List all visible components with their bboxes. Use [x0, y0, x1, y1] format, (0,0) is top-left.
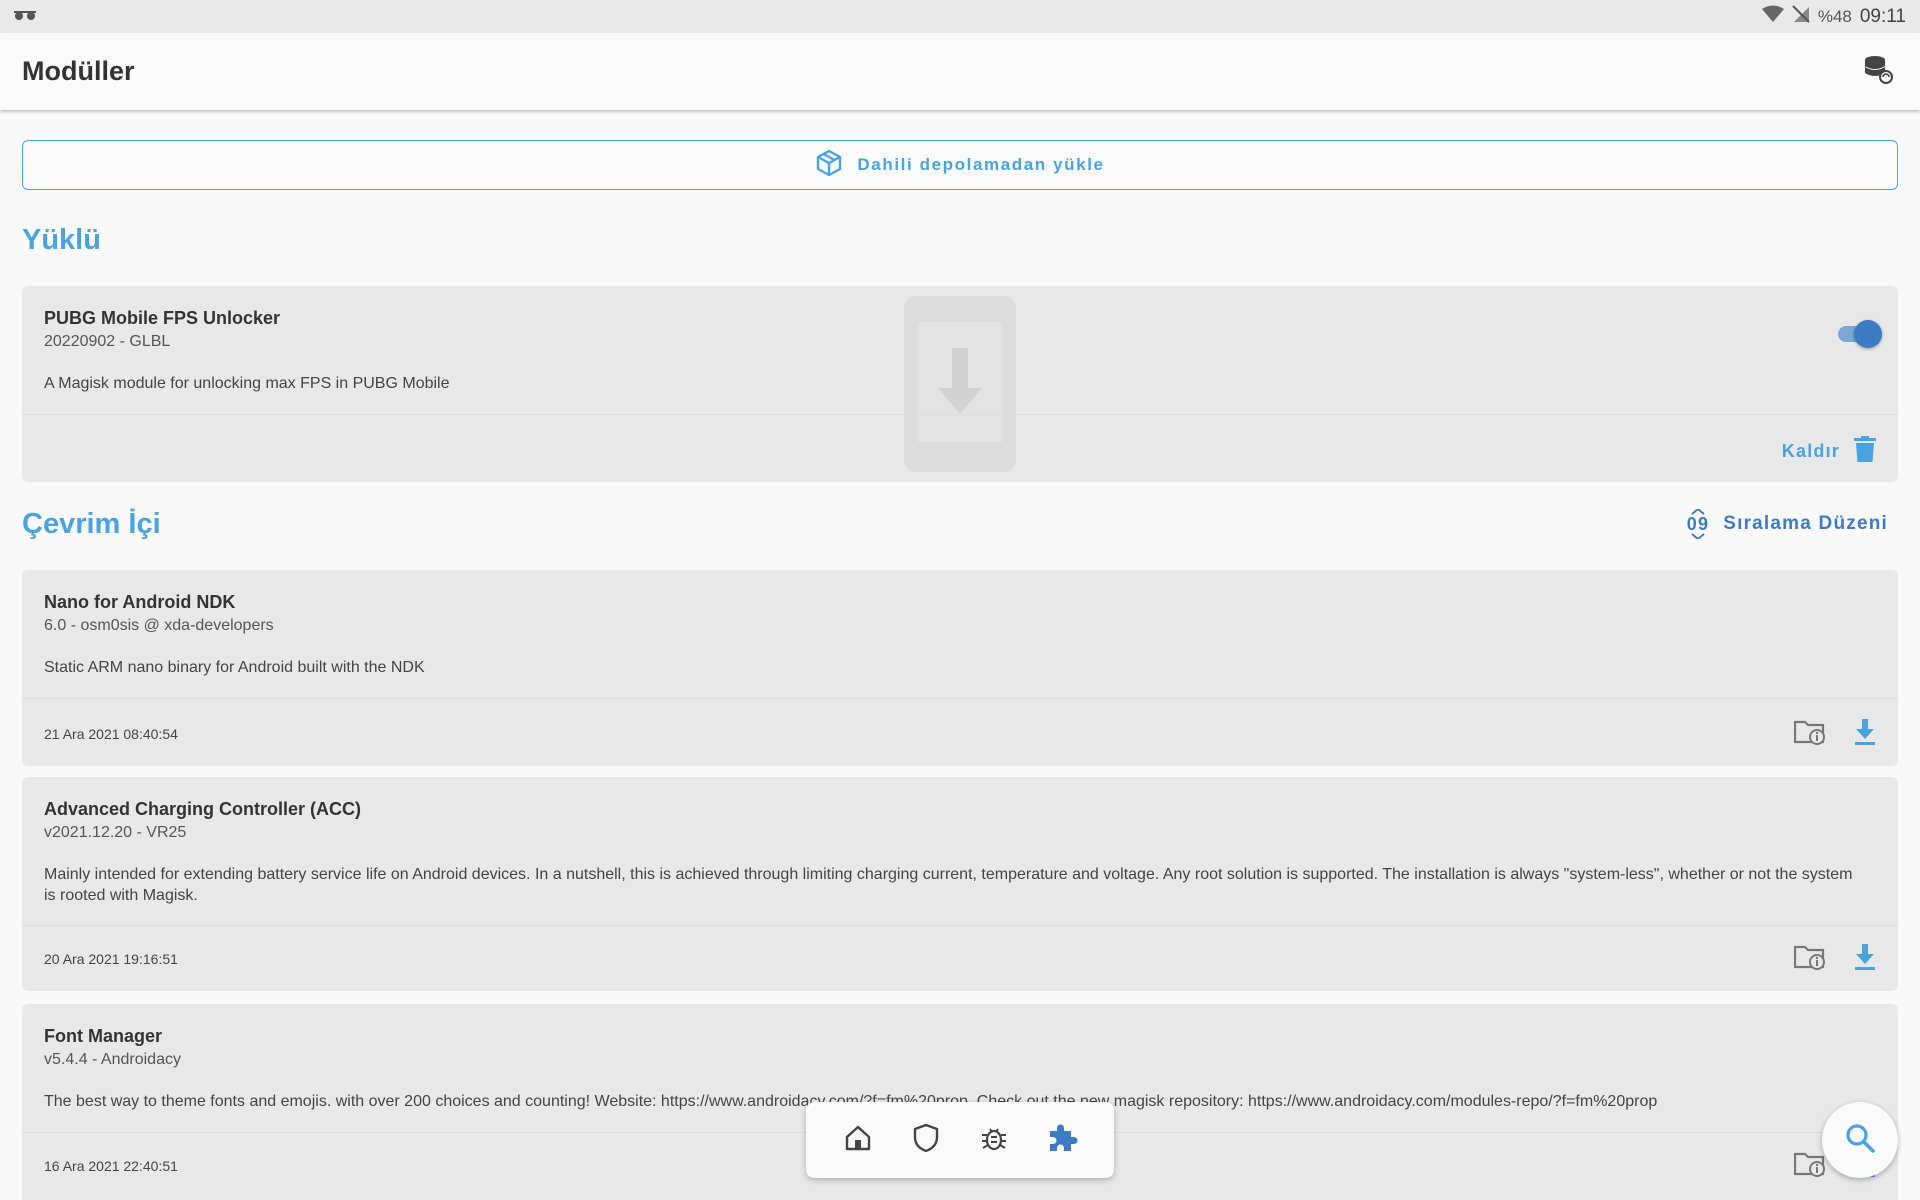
package-icon [815, 149, 843, 182]
nav-home[interactable] [834, 1116, 882, 1164]
shield-icon [912, 1123, 940, 1158]
no-sim-icon [1792, 5, 1810, 28]
online-module-card: Nano for Android NDK 6.0 - osm0sis @ xda… [22, 570, 1898, 766]
folder-info-icon[interactable] [1793, 718, 1826, 751]
sort-numeric-icon: 09 [1687, 509, 1709, 539]
install-from-storage-button[interactable]: Dahili depolamadan yükle [22, 140, 1898, 190]
nav-superuser[interactable] [902, 1116, 950, 1164]
module-description: Static ARM nano binary for Android built… [44, 659, 425, 676]
sort-order-label: Sıralama Düzeni [1723, 513, 1888, 534]
module-version: v2021.12.20 - VR25 [44, 824, 187, 841]
module-description: Mainly intended for extending battery se… [44, 866, 1853, 904]
module-date: 21 Ara 2021 08:40:54 [44, 726, 178, 742]
card-divider [22, 414, 1898, 415]
module-name: Font Manager [44, 1026, 163, 1046]
wifi-icon [1761, 5, 1784, 28]
search-icon [1844, 1122, 1876, 1159]
module-version: 20220902 - GLBL [44, 333, 171, 350]
folder-info-icon[interactable] [1793, 1150, 1826, 1183]
online-module-card: Advanced Charging Controller (ACC) v2021… [22, 777, 1898, 991]
module-date: 20 Ara 2021 19:16:51 [44, 951, 178, 967]
trash-icon [1854, 435, 1876, 467]
download-icon[interactable] [1854, 718, 1876, 750]
clock: 09:11 [1859, 5, 1906, 27]
page-title: Modüller [22, 56, 135, 86]
bug-icon [980, 1123, 1008, 1158]
online-section-title: Çevrim İçi [22, 508, 161, 540]
search-button[interactable] [1822, 1102, 1898, 1178]
module-name: Advanced Charging Controller (ACC) [44, 799, 362, 819]
card-divider [22, 925, 1898, 926]
module-version: 6.0 - osm0sis @ xda-developers [44, 617, 274, 634]
module-version: v5.4.4 - Androidacy [44, 1051, 181, 1068]
bottom-navigation [806, 1102, 1114, 1178]
battery-percentage: %48 [1817, 6, 1852, 26]
app-bar: Modüller [0, 33, 1920, 110]
card-divider [22, 698, 1898, 699]
installed-section-title: Yüklü [22, 224, 101, 256]
status-bar: %48 09:11 [0, 0, 1920, 33]
sort-order-button[interactable]: 09 Sıralama Düzeni [1687, 509, 1888, 539]
nav-modules[interactable] [1038, 1116, 1086, 1164]
module-enable-toggle[interactable] [1834, 318, 1882, 348]
puzzle-icon [1046, 1122, 1078, 1159]
module-name: PUBG Mobile FPS Unlocker [44, 308, 281, 328]
installed-module-card: PUBG Mobile FPS Unlocker 20220902 - GLBL… [22, 286, 1898, 482]
download-icon[interactable] [1854, 943, 1876, 975]
remove-module-button[interactable]: Kaldır [1781, 435, 1876, 467]
module-description: A Magisk module for unlocking max FPS in… [44, 375, 450, 392]
database-sync-button[interactable] [1858, 52, 1898, 92]
home-icon [844, 1124, 872, 1157]
module-name: Nano for Android NDK [44, 592, 236, 612]
database-sync-icon [1863, 54, 1893, 89]
nav-logs[interactable] [970, 1116, 1018, 1164]
incognito-icon [14, 8, 36, 26]
install-from-storage-label: Dahili depolamadan yükle [857, 155, 1105, 174]
remove-label: Kaldır [1781, 440, 1840, 461]
folder-info-icon[interactable] [1793, 943, 1826, 976]
module-date: 16 Ara 2021 22:40:51 [44, 1158, 178, 1174]
